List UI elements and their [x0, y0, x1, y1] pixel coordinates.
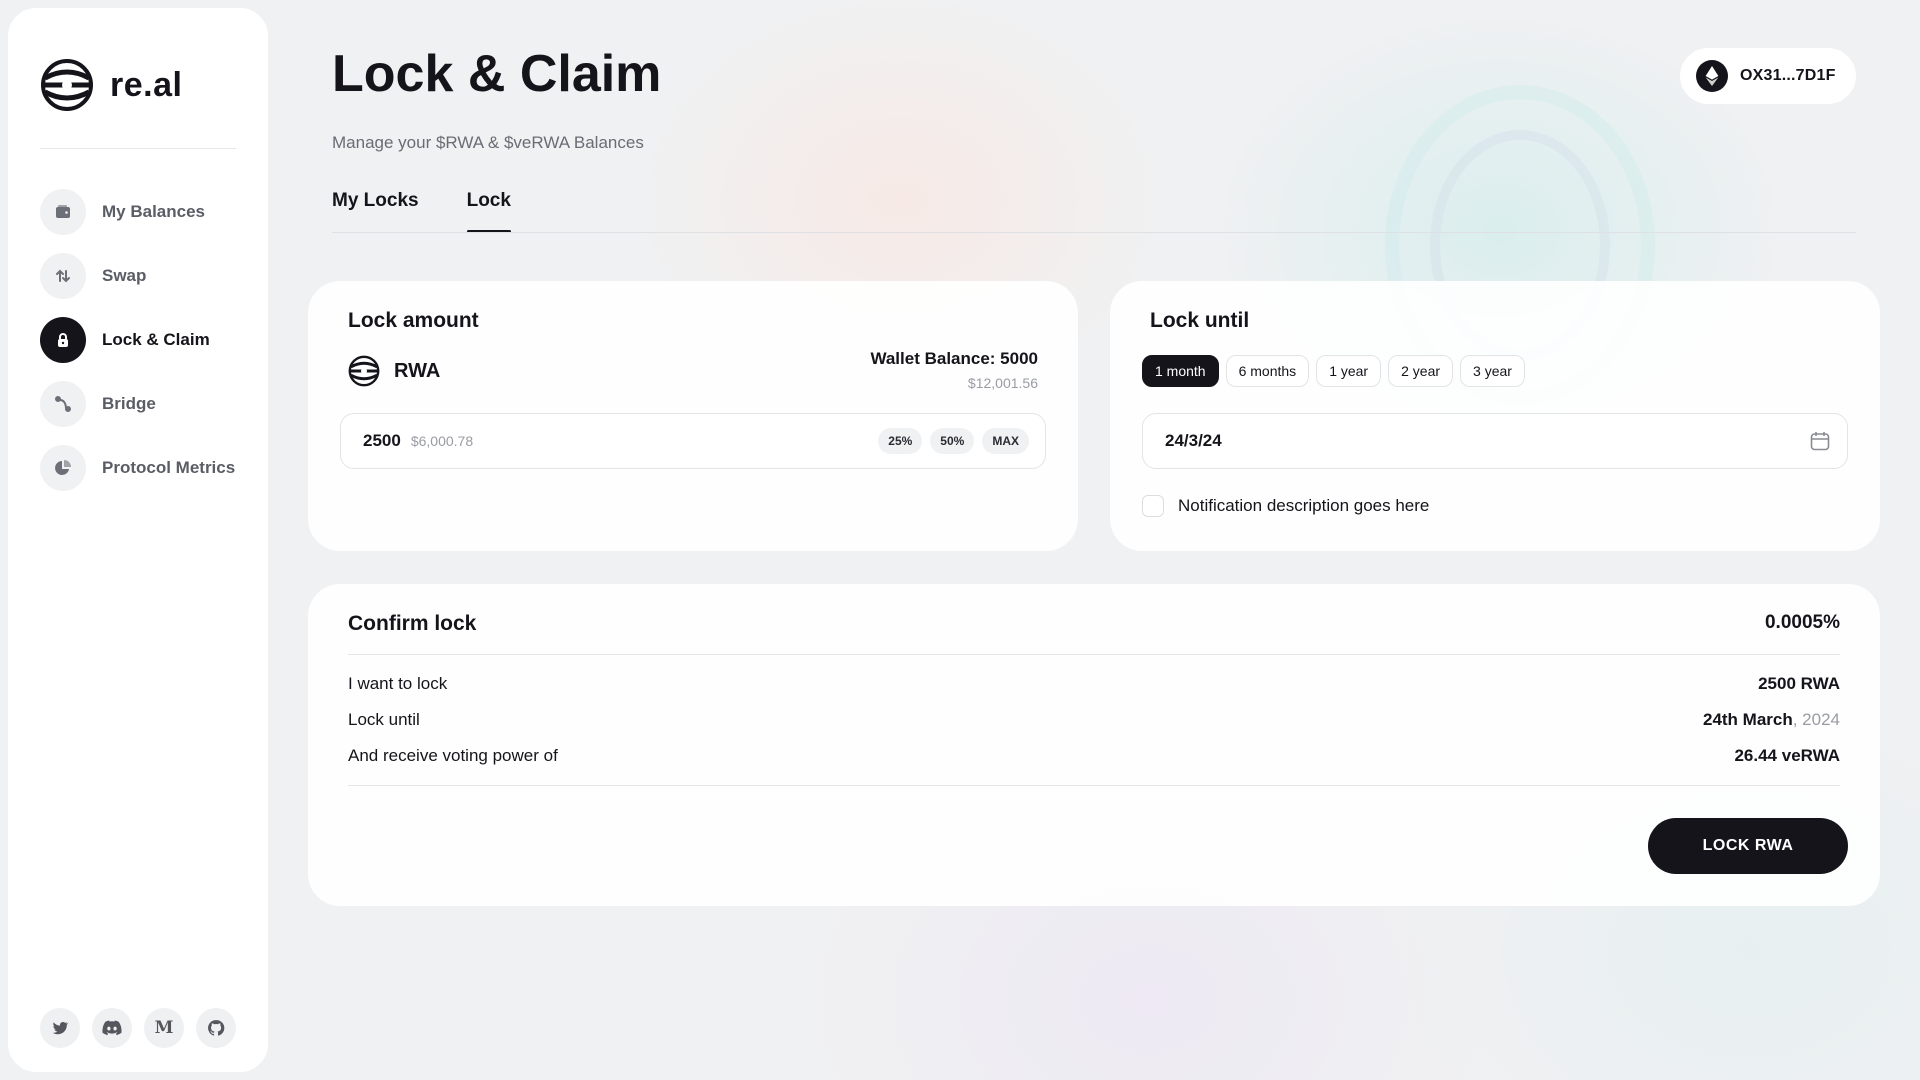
date-value: 24/3/24	[1165, 431, 1222, 450]
tab-my-locks[interactable]: My Locks	[332, 190, 419, 234]
swap-icon	[40, 253, 86, 299]
percent-25-button[interactable]: 25%	[878, 428, 923, 454]
summary-value: 24th March, 2024	[1702, 710, 1840, 729]
period-1-month[interactable]: 1 month	[1142, 355, 1219, 387]
wallet-icon	[40, 189, 86, 235]
sidebar-item-label: Protocol Metrics	[102, 458, 236, 477]
period-3-year[interactable]: 3 year	[1460, 355, 1525, 387]
period-selector: 1 month 6 months 1 year 2 year 3 year	[1142, 355, 1525, 387]
sidebar-item-label: Swap	[102, 266, 147, 285]
pie-chart-icon	[40, 445, 86, 491]
token-name: RWA	[394, 359, 441, 382]
sidebar-item-label: Lock & Claim	[102, 330, 210, 349]
period-1-year[interactable]: 1 year	[1316, 355, 1382, 387]
social-links: M	[40, 1008, 236, 1048]
summary-row: Lock until 24th March, 2024	[348, 710, 1840, 730]
notification-option: Notification description goes here	[1142, 495, 1429, 517]
percent-50-button[interactable]: 50%	[930, 428, 975, 454]
lock-icon	[40, 317, 86, 363]
sidebar-item-swap[interactable]: Swap	[40, 252, 235, 300]
rwa-token-icon	[348, 355, 380, 387]
percent-buttons: 25% 50% MAX	[878, 428, 1029, 454]
sidebar-nav: My Balances Swap Lock & Claim Bridge Pro…	[40, 188, 235, 508]
confirm-lock-title: Confirm lock	[348, 612, 477, 635]
page-subtitle: Manage your $RWA & $veRWA Balances	[332, 133, 644, 152]
tab-bar: My Locks Lock	[332, 190, 512, 234]
confirm-divider-top	[348, 654, 1840, 655]
page-title: Lock & Claim	[332, 45, 662, 103]
medium-icon[interactable]: M	[144, 1008, 184, 1048]
wallet-connect-button[interactable]: OX31...7D1F	[1680, 48, 1856, 104]
summary-label: I want to lock	[348, 674, 448, 693]
summary-label: Lock until	[348, 710, 420, 729]
bridge-icon	[40, 381, 86, 427]
lock-amount-title: Lock amount	[348, 309, 479, 332]
summary-row: And receive voting power of 26.44 veRWA	[348, 746, 1840, 766]
brand-name: re.al	[110, 65, 183, 104]
sidebar-item-bridge[interactable]: Bridge	[40, 380, 235, 428]
summary-label: And receive voting power of	[348, 746, 558, 765]
amount-value: 2500	[363, 431, 401, 450]
period-6-months[interactable]: 6 months	[1225, 355, 1310, 387]
lock-until-title: Lock until	[1150, 309, 1250, 332]
tab-divider	[332, 232, 1856, 233]
confirm-divider-bottom	[348, 785, 1840, 786]
github-icon[interactable]	[196, 1008, 236, 1048]
sidebar-item-label: My Balances	[102, 202, 205, 221]
tab-lock[interactable]: Lock	[466, 190, 512, 234]
sidebar: re.al My Balances Swap Lock & Claim Brid…	[8, 8, 268, 1072]
sidebar-divider	[40, 148, 236, 149]
confirm-lock-card: Confirm lock 0.0005% I want to lock 2500…	[308, 584, 1880, 906]
wallet-address: OX31...7D1F	[1740, 67, 1836, 84]
real-logo-icon	[41, 59, 93, 111]
lock-until-card: Lock until 1 month 6 months 1 year 2 yea…	[1110, 281, 1880, 551]
summary-row: I want to lock 2500 RWA	[348, 674, 1840, 694]
notification-label: Notification description goes here	[1178, 496, 1430, 515]
ethereum-icon	[1696, 60, 1728, 92]
sidebar-item-label: Bridge	[102, 394, 156, 413]
amount-input[interactable]: 2500 $6,000.78 25% 50% MAX	[340, 413, 1046, 469]
discord-icon[interactable]	[92, 1008, 132, 1048]
date-input[interactable]: 24/3/24	[1142, 413, 1848, 469]
token-selector: RWA	[348, 355, 440, 387]
calendar-icon[interactable]	[1809, 430, 1831, 452]
lock-amount-card: Lock amount RWA Wallet Balance: 5000 $12…	[308, 281, 1078, 551]
brand-logo[interactable]: re.al	[40, 58, 182, 112]
wallet-balance: Wallet Balance: 5000 $12,001.56	[870, 349, 1038, 391]
wallet-balance-label: Wallet Balance: 5000	[870, 349, 1038, 368]
lock-rwa-button[interactable]: LOCK RWA	[1648, 818, 1848, 874]
max-button[interactable]: MAX	[982, 428, 1029, 454]
confirm-rate: 0.0005%	[1764, 612, 1840, 633]
twitter-icon[interactable]	[40, 1008, 80, 1048]
sidebar-item-lock-claim[interactable]: Lock & Claim	[40, 316, 235, 364]
wallet-balance-usd: $12,001.56	[967, 375, 1038, 391]
notification-checkbox[interactable]	[1142, 495, 1164, 517]
sidebar-item-my-balances[interactable]: My Balances	[40, 188, 235, 236]
summary-value: 26.44 veRWA	[1734, 746, 1840, 765]
period-2-year[interactable]: 2 year	[1388, 355, 1454, 387]
sidebar-item-protocol-metrics[interactable]: Protocol Metrics	[40, 444, 235, 492]
summary-value: 2500 RWA	[1758, 674, 1840, 693]
amount-usd: $6,000.78	[410, 433, 474, 449]
